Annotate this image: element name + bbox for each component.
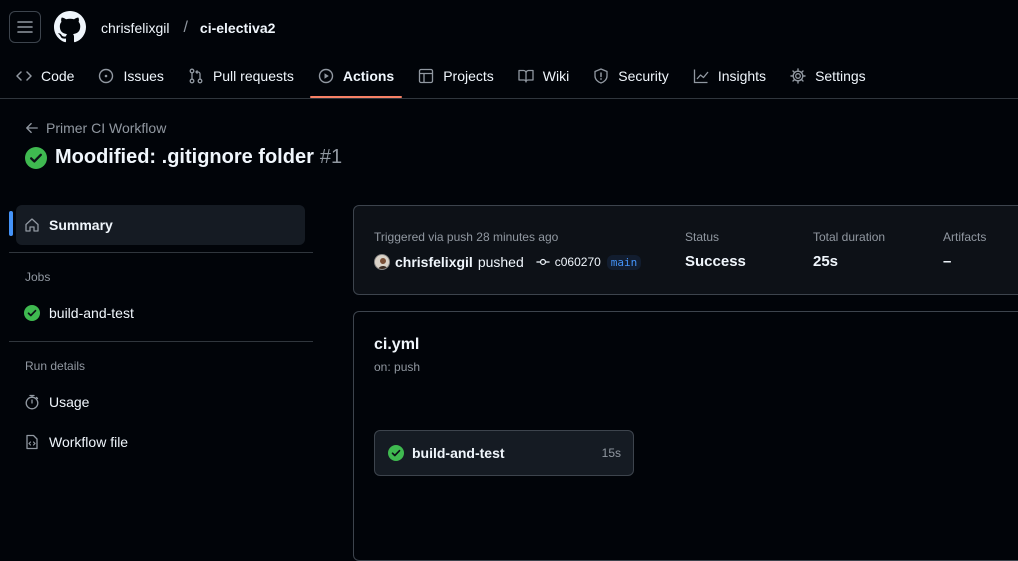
sidebar-item-summary[interactable]: Summary: [16, 205, 305, 245]
jobs-heading: Jobs: [25, 270, 51, 284]
home-icon: [25, 218, 39, 232]
tab-wiki-label: Wiki: [542, 68, 570, 84]
tab-insights[interactable]: Insights: [685, 56, 774, 96]
artifacts-value: –: [943, 253, 952, 270]
tab-settings[interactable]: Settings: [782, 56, 874, 96]
back-link-label: Primer CI Workflow: [46, 120, 167, 136]
tab-issues-label: Issues: [123, 68, 164, 84]
sidebar-divider: [9, 341, 313, 342]
workflow-graph-panel: ci.yml on: push build-and-test 15s: [353, 311, 1018, 561]
file-code-icon: [26, 434, 38, 450]
tab-pull-requests[interactable]: Pull requests: [180, 56, 302, 96]
graph-icon: [693, 69, 709, 84]
sidebar-item-job-label: build-and-test: [49, 305, 134, 321]
tab-projects-label: Projects: [443, 68, 494, 84]
status-label: Status: [685, 230, 720, 244]
check-circle-fill-icon: [388, 445, 404, 461]
active-item-marker: [9, 211, 13, 236]
repo-nav-tabs: Code Issues Pull requests Actions Projec…: [0, 56, 874, 99]
sidebar-item-job[interactable]: build-and-test: [16, 293, 305, 333]
repo-owner-link[interactable]: chrisfelixgil: [101, 20, 169, 36]
breadcrumb: chrisfelixgil / ci-electiva2: [101, 19, 275, 37]
avatar[interactable]: [374, 254, 390, 270]
repo-name-link[interactable]: ci-electiva2: [200, 20, 276, 36]
run-summary-panel: Triggered via push 28 minutes ago chrisf…: [353, 205, 1018, 295]
tab-wiki[interactable]: Wiki: [510, 56, 577, 96]
sidebar-item-summary-label: Summary: [49, 217, 113, 233]
tab-security-label: Security: [618, 68, 669, 84]
tab-insights-label: Insights: [717, 68, 767, 84]
run-number: #1: [319, 146, 343, 168]
tab-code[interactable]: Code: [8, 56, 82, 96]
hamburger-menu-button[interactable]: [9, 11, 41, 43]
tab-settings-label: Settings: [815, 68, 866, 84]
page-title: Moodified: .gitignore folder #1: [25, 146, 342, 169]
branch-badge[interactable]: main: [606, 254, 642, 270]
check-circle-fill-icon: [25, 146, 47, 169]
job-card-duration: 15s: [601, 446, 621, 460]
duration-value: 25s: [813, 253, 839, 270]
push-details: chrisfelixgil pushed c060270 main: [374, 254, 642, 270]
stopwatch-icon: [25, 394, 39, 410]
run-details-heading: Run details: [25, 359, 86, 373]
app-header: chrisfelixgil / ci-electiva2 Code Issues…: [0, 0, 1018, 99]
tab-pull-requests-label: Pull requests: [212, 68, 294, 84]
user-avatar-icon: [375, 255, 389, 269]
sidebar-divider: [9, 252, 313, 253]
book-icon: [518, 69, 534, 83]
workflow-trigger: on: push: [374, 360, 421, 374]
shield-icon: [594, 68, 608, 84]
job-card-name: build-and-test: [412, 445, 505, 461]
tab-projects[interactable]: Projects: [410, 56, 502, 96]
sidebar-item-usage-label: Usage: [49, 394, 90, 410]
gear-icon: [790, 68, 806, 84]
code-icon: [16, 71, 32, 81]
duration-label: Total duration: [813, 230, 886, 244]
back-to-workflow-link[interactable]: Primer CI Workflow: [25, 120, 166, 136]
triggered-text: Triggered via push 28 minutes ago: [374, 230, 559, 244]
table-icon: [419, 68, 434, 84]
artifacts-label: Artifacts: [943, 230, 987, 244]
sidebar-item-workflow-file-label: Workflow file: [49, 434, 129, 450]
breadcrumb-separator: /: [183, 19, 188, 36]
issue-icon: [99, 68, 114, 84]
push-action: pushed: [477, 254, 524, 270]
check-circle-fill-icon: [24, 305, 40, 321]
pusher-username[interactable]: chrisfelixgil: [395, 254, 473, 270]
tab-actions-label: Actions: [342, 68, 395, 84]
sidebar-item-workflow-file[interactable]: Workflow file: [16, 422, 305, 462]
commit-link[interactable]: c060270: [536, 255, 601, 269]
git-commit-icon: [536, 258, 550, 266]
tab-code-label: Code: [41, 68, 75, 84]
run-title-text: Moodified: .gitignore folder: [55, 146, 314, 168]
job-card[interactable]: build-and-test 15s: [374, 430, 634, 476]
pull-request-icon: [189, 68, 203, 84]
tab-issues[interactable]: Issues: [90, 56, 171, 96]
menu-icon: [17, 21, 33, 33]
github-logo-icon[interactable]: [54, 11, 86, 43]
tab-security[interactable]: Security: [585, 56, 677, 96]
play-icon: [318, 68, 334, 84]
arrow-left-icon: [26, 122, 38, 134]
tab-actions[interactable]: Actions: [309, 56, 403, 98]
workflow-file-name: ci.yml: [374, 336, 420, 353]
status-value: Success: [685, 253, 746, 270]
sidebar-item-usage[interactable]: Usage: [16, 382, 305, 422]
commit-sha: c060270: [554, 255, 601, 269]
